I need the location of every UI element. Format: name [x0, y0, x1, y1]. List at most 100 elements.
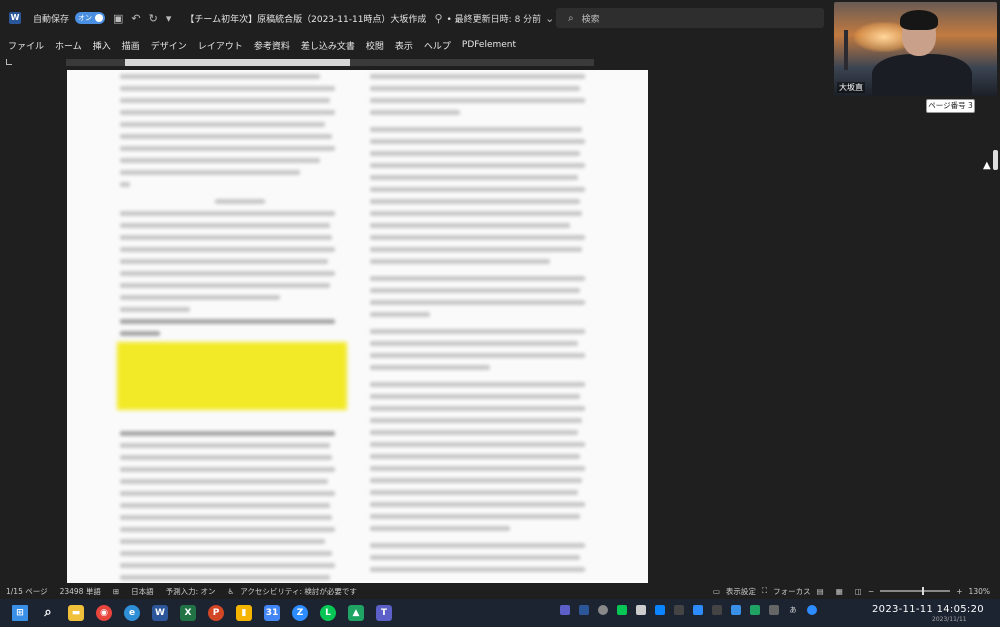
zoom-icon[interactable]: Z	[292, 605, 308, 621]
tab-draw[interactable]: 描画	[122, 39, 140, 52]
tab-pdfelement[interactable]: PDFelement	[462, 40, 516, 50]
save-icon[interactable]: ▣	[113, 12, 123, 25]
last-saved[interactable]: • 最終更新日時: 8 分前	[447, 12, 542, 25]
text-line	[370, 86, 580, 91]
text-line	[120, 527, 335, 532]
vertical-scrollbar-thumb[interactable]	[993, 150, 998, 170]
text-line	[370, 300, 585, 305]
google-drive-icon[interactable]: ▲	[348, 605, 364, 621]
text-line	[370, 466, 585, 471]
ime-indicator-icon[interactable]: あ	[788, 605, 798, 615]
word-taskbar-icon[interactable]: W	[152, 605, 168, 621]
zoom-out-icon[interactable]: −	[868, 587, 874, 596]
mouse-cursor-icon: ▲	[983, 160, 991, 171]
word-count[interactable]: 23498 単語	[60, 586, 101, 597]
tab-view[interactable]: 表示	[395, 39, 413, 52]
text-line	[120, 295, 280, 300]
language-indicator[interactable]: 日本語	[131, 586, 154, 597]
line-icon[interactable]: L	[320, 605, 336, 621]
document-page[interactable]	[67, 70, 648, 583]
focus-mode[interactable]: フォーカス	[773, 586, 811, 597]
tab-insert[interactable]: 挿入	[93, 39, 111, 52]
autosave-toggle[interactable]: オン	[75, 12, 106, 24]
taskbar-search-icon[interactable]: ⌕	[40, 605, 56, 621]
excel-icon[interactable]: X	[180, 605, 196, 621]
tab-references[interactable]: 参考資料	[254, 39, 290, 52]
display-settings-icon[interactable]: ▭	[713, 587, 720, 596]
google-drive-file-icon[interactable]: ▮	[236, 605, 252, 621]
video-call-tile[interactable]: 大坂直	[834, 2, 997, 96]
search-input[interactable]: ⌕ 検索	[556, 8, 824, 28]
chevron-down-icon[interactable]: ⌄	[545, 12, 554, 25]
accessibility-status[interactable]: アクセシビリティ: 検討が必要です	[240, 586, 357, 597]
tab-home[interactable]: ホーム	[55, 39, 82, 52]
focus-icon[interactable]: ⛶	[762, 586, 767, 596]
zoom-level[interactable]: 130%	[969, 587, 990, 596]
accessibility-icon[interactable]: ♿	[228, 587, 235, 596]
text-line	[370, 259, 550, 264]
tab-mailings[interactable]: 差し込み文書	[301, 39, 355, 52]
tray-zoom-icon[interactable]	[693, 605, 703, 615]
tab-layout[interactable]: レイアウト	[198, 39, 243, 52]
text-line	[370, 382, 585, 387]
text-line	[370, 163, 585, 168]
bold-line	[120, 331, 160, 336]
text-line	[370, 199, 580, 204]
page-count[interactable]: 1/15 ページ	[6, 586, 48, 597]
chrome-icon[interactable]: ◉	[96, 605, 112, 621]
teams-icon[interactable]: T	[376, 605, 392, 621]
display-settings[interactable]: 表示設定	[726, 586, 756, 597]
undo-icon[interactable]: ↶	[131, 12, 140, 25]
zoom-slider[interactable]	[880, 587, 951, 595]
predictive-text-status[interactable]: 予測入力: オン	[166, 586, 216, 597]
tray-bluetooth-icon[interactable]	[731, 605, 741, 615]
search-placeholder: 検索	[581, 14, 600, 25]
edge-icon[interactable]: e	[124, 605, 140, 621]
document-canvas[interactable]	[0, 70, 1000, 583]
file-explorer-icon[interactable]: ▬	[68, 605, 84, 621]
text-line	[120, 551, 332, 556]
text-line	[120, 134, 332, 139]
highlighted-passage	[117, 342, 347, 410]
text-column-left-lower	[120, 424, 350, 580]
tab-design[interactable]: デザイン	[151, 39, 187, 52]
tray-wifi-icon[interactable]	[655, 605, 665, 615]
zoom-knob[interactable]	[922, 587, 925, 595]
taskbar-clock[interactable]: 2023-11-11 14:05:20	[872, 604, 984, 615]
text-line	[120, 539, 325, 544]
text-line	[370, 211, 582, 216]
quick-access-dropdown-icon[interactable]: ▾	[166, 12, 172, 25]
redo-icon[interactable]: ↻	[149, 12, 158, 25]
web-layout-icon[interactable]: ◫	[855, 587, 862, 596]
tray-teams-icon[interactable]	[560, 605, 570, 615]
tray-mic-icon[interactable]	[769, 605, 779, 615]
text-line	[370, 223, 570, 228]
zoom-in-icon[interactable]: +	[956, 587, 962, 596]
tray-display-icon[interactable]	[674, 605, 684, 615]
text-line	[370, 514, 580, 519]
status-right: ▭ 表示設定 ⛶ フォーカス ▤ ▦ ◫ − + 130%	[707, 583, 996, 599]
read-mode-icon[interactable]: ▤	[817, 587, 824, 596]
text-line	[120, 467, 335, 472]
tray-line-icon[interactable]	[617, 605, 627, 615]
powerpoint-icon[interactable]: P	[208, 605, 224, 621]
windows-taskbar: ⊞ ⌕ ▬ ◉ e W X P ▮ 31 Z L ▲ T あ 2023-11-1…	[0, 599, 1000, 627]
tab-file[interactable]: ファイル	[8, 39, 44, 52]
tray-notes-icon[interactable]	[636, 605, 646, 615]
print-layout-icon[interactable]: ▦	[836, 587, 843, 596]
text-line	[120, 247, 335, 252]
tray-printer-icon[interactable]	[712, 605, 722, 615]
tab-review[interactable]: 校閲	[366, 39, 384, 52]
calendar-icon[interactable]: 31	[264, 605, 280, 621]
text-line	[370, 406, 585, 411]
tray-security-icon[interactable]	[750, 605, 760, 615]
tab-selector[interactable]	[6, 59, 12, 65]
tray-onedrive-icon[interactable]	[579, 605, 589, 615]
windows-start-icon[interactable]: ⊞	[12, 605, 28, 621]
tray-network-icon[interactable]	[807, 605, 817, 615]
text-line	[120, 122, 325, 127]
tab-help[interactable]: ヘルプ	[424, 39, 451, 52]
document-title[interactable]: 【チーム初年次】原稿統合版（2023-11-11時点）大坂作成	[185, 12, 426, 25]
tray-app-icon[interactable]	[598, 605, 608, 615]
proofing-icon[interactable]: ⊞	[113, 587, 119, 596]
